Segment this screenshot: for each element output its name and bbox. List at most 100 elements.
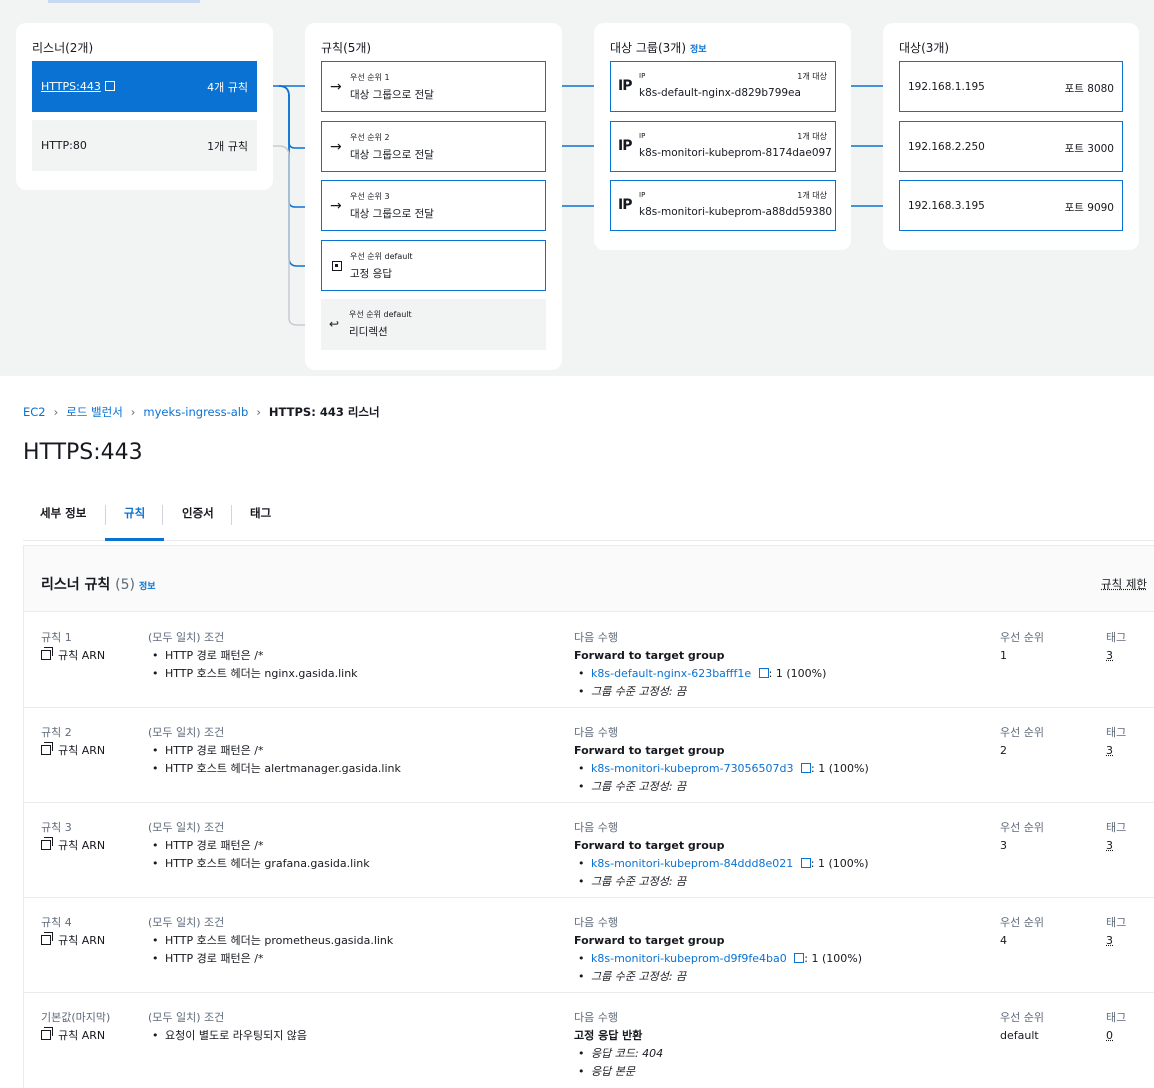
condition-item: HTTP 경로 패턴은 /* (148, 950, 393, 968)
rule-arn-copy[interactable]: 규칙 ARN (41, 647, 105, 665)
rule-arn-copy[interactable]: 규칙 ARN (41, 932, 105, 950)
tg-weight: : 1 (100%) (804, 952, 862, 965)
target-group-link[interactable]: k8s-monitori-kubeprom-84ddd8e021 (591, 857, 793, 870)
tags-header: 태그 (1106, 629, 1126, 647)
priority-header: 우선 순위 (1000, 629, 1044, 647)
rule-name-cell: 기본값(마지막) 규칙 ARN (41, 1009, 110, 1045)
action-header: 다음 수행 (574, 819, 869, 837)
breadcrumb-current: HTTPS: 443 리스너 (269, 405, 380, 419)
panel-title: 리스너 규칙 (5) 정보 (41, 574, 156, 594)
response-code: 응답 코드: 404 (574, 1045, 663, 1063)
copy-icon[interactable] (41, 935, 51, 945)
target-port: 포트 9090 (1065, 200, 1114, 215)
priority-value: 2 (1000, 742, 1044, 760)
page-title: HTTPS:443 (23, 440, 143, 465)
action-cell: 다음 수행 Forward to target group k8s-defaul… (574, 629, 826, 701)
tags-count[interactable]: 0 (1106, 1027, 1126, 1045)
tab-details[interactable]: 세부 정보 (40, 505, 86, 541)
copy-icon[interactable] (41, 840, 51, 850)
tab-rules[interactable]: 규칙 (105, 505, 164, 541)
breadcrumb-ec2[interactable]: EC2 (23, 405, 46, 419)
priority-cell: 우선 순위 1 (1000, 629, 1044, 665)
priority-header: 우선 순위 (1000, 914, 1044, 932)
tab-tags[interactable]: 태그 (250, 505, 271, 541)
chevron-right-icon: › (131, 405, 136, 419)
rule-limits-link[interactable]: 규칙 제한 (1101, 576, 1147, 592)
breadcrumb-alb[interactable]: myeks-ingress-alb (143, 405, 248, 419)
target-group-link[interactable]: k8s-monitori-kubeprom-d9f9fe4ba0 (591, 952, 787, 965)
tags-count[interactable]: 3 (1106, 932, 1126, 950)
map-rule-1[interactable]: → 우선 순위 1 대상 그룹으로 전달 (321, 61, 546, 112)
tg-type: IP (639, 132, 645, 140)
tg-name: k8s-monitori-kubeprom-8174dae097 (639, 147, 832, 159)
action-cell: 다음 수행 고정 응답 반환 응답 코드: 404응답 본문 (574, 1009, 663, 1081)
listener-name[interactable]: HTTPS:443 (41, 80, 101, 93)
table-row: 규칙 4 규칙 ARN (모두 일치) 조건 HTTP 호스트 헤더는 prom… (24, 898, 1154, 993)
action-cell: 다음 수행 Forward to target group k8s-monito… (574, 819, 869, 891)
external-link-icon (105, 81, 115, 91)
tags-count[interactable]: 3 (1106, 647, 1126, 665)
tg-name: k8s-default-nginx-d829b799ea (639, 87, 801, 99)
target-group-link[interactable]: k8s-monitori-kubeprom-73056507d3 (591, 762, 794, 775)
rule-arn-copy[interactable]: 규칙 ARN (41, 1027, 110, 1045)
rule-priority: 우선 순위 default (350, 251, 413, 262)
breadcrumb-load-balancers[interactable]: 로드 밸런서 (66, 405, 123, 419)
listener-rule-count: 4개 규칙 (207, 79, 248, 95)
map-rule-3[interactable]: → 우선 순위 3 대상 그룹으로 전달 (321, 180, 546, 231)
rule-arn-copy[interactable]: 규칙 ARN (41, 837, 105, 855)
map-rule-default-fixed[interactable]: 우선 순위 default 고정 응답 (321, 240, 546, 291)
rule-name: 규칙 3 (41, 819, 105, 837)
priority-value: 1 (1000, 647, 1044, 665)
chevron-right-icon: › (54, 405, 59, 419)
map-target-2[interactable]: 192.168.2.250 포트 3000 (899, 121, 1123, 172)
map-target-1[interactable]: 192.168.1.195 포트 8080 (899, 61, 1123, 112)
arrow-right-icon: → (330, 139, 342, 155)
rule-name-cell: 규칙 2 규칙 ARN (41, 724, 105, 760)
target-group-link[interactable]: k8s-default-nginx-623bafff1e (591, 667, 751, 680)
rule-action: 대상 그룹으로 전달 (350, 147, 434, 162)
listener-http-80[interactable]: HTTP:80 1개 규칙 (32, 120, 257, 171)
conditions-header: (모두 일치) 조건 (148, 914, 393, 932)
target-groups-title: 대상 그룹(3개) 정보 (610, 39, 707, 56)
tags-count[interactable]: 3 (1106, 742, 1126, 760)
arrow-right-icon: → (330, 198, 342, 214)
stop-icon (332, 261, 342, 271)
map-target-group-1[interactable]: IP IP 1개 대상 k8s-default-nginx-d829b799ea (610, 61, 836, 112)
priority-header: 우선 순위 (1000, 819, 1044, 837)
stickiness-item: 그룹 수준 고정성: 끔 (574, 968, 862, 986)
map-rule-default-redirect[interactable]: ↩ 우선 순위 default 리디렉션 (321, 299, 546, 350)
tg-weight: : 1 (100%) (811, 762, 869, 775)
map-target-3[interactable]: 192.168.3.195 포트 9090 (899, 180, 1123, 231)
breadcrumb: EC2 › 로드 밸런서 › myeks-ingress-alb › HTTPS: 443 … (23, 404, 380, 420)
rule-priority: 우선 순위 1 (350, 72, 390, 83)
copy-icon[interactable] (41, 650, 51, 660)
copy-icon[interactable] (41, 1030, 51, 1040)
priority-value: default (1000, 1027, 1044, 1045)
chevron-right-icon: › (256, 405, 261, 419)
tags-count[interactable]: 3 (1106, 837, 1126, 855)
rule-name: 규칙 1 (41, 629, 105, 647)
tg-weight: : 1 (100%) (769, 667, 827, 680)
map-target-group-3[interactable]: IP IP 1개 대상 k8s-monitori-kubeprom-a88dd5… (610, 180, 836, 231)
tab-divider (231, 505, 232, 525)
info-link[interactable]: 정보 (139, 582, 156, 592)
conditions-header: (모두 일치) 조건 (148, 1009, 307, 1027)
conditions-cell: (모두 일치) 조건 HTTP 호스트 헤더는 prometheus.gasid… (148, 914, 393, 968)
tg-type: IP (639, 72, 645, 80)
info-link[interactable]: 정보 (690, 45, 707, 55)
map-rule-2[interactable]: → 우선 순위 2 대상 그룹으로 전달 (321, 121, 546, 172)
listener-https-443[interactable]: HTTPS:443 4개 규칙 (32, 61, 257, 112)
target-ip: 192.168.3.195 (908, 200, 985, 212)
priority-value: 3 (1000, 837, 1044, 855)
tags-cell: 태그 0 (1106, 1009, 1126, 1045)
rule-name: 기본값(마지막) (41, 1009, 110, 1027)
rule-action: 대상 그룹으로 전달 (350, 206, 434, 221)
map-target-group-2[interactable]: IP IP 1개 대상 k8s-monitori-kubeprom-8174da… (610, 121, 836, 172)
listener-rules-panel: 리스너 규칙 (5) 정보 규칙 제한 규칙 1 규칙 ARN (모두 일치) 조… (23, 545, 1154, 1088)
copy-icon[interactable] (41, 745, 51, 755)
tab-certificates[interactable]: 인증서 (182, 505, 214, 541)
rule-action: 리디렉션 (349, 324, 388, 339)
rule-arn-copy[interactable]: 규칙 ARN (41, 742, 105, 760)
conditions-cell: (모두 일치) 조건 요청이 별도로 라우팅되지 않음 (148, 1009, 307, 1045)
response-body: 응답 본문 (574, 1063, 663, 1081)
